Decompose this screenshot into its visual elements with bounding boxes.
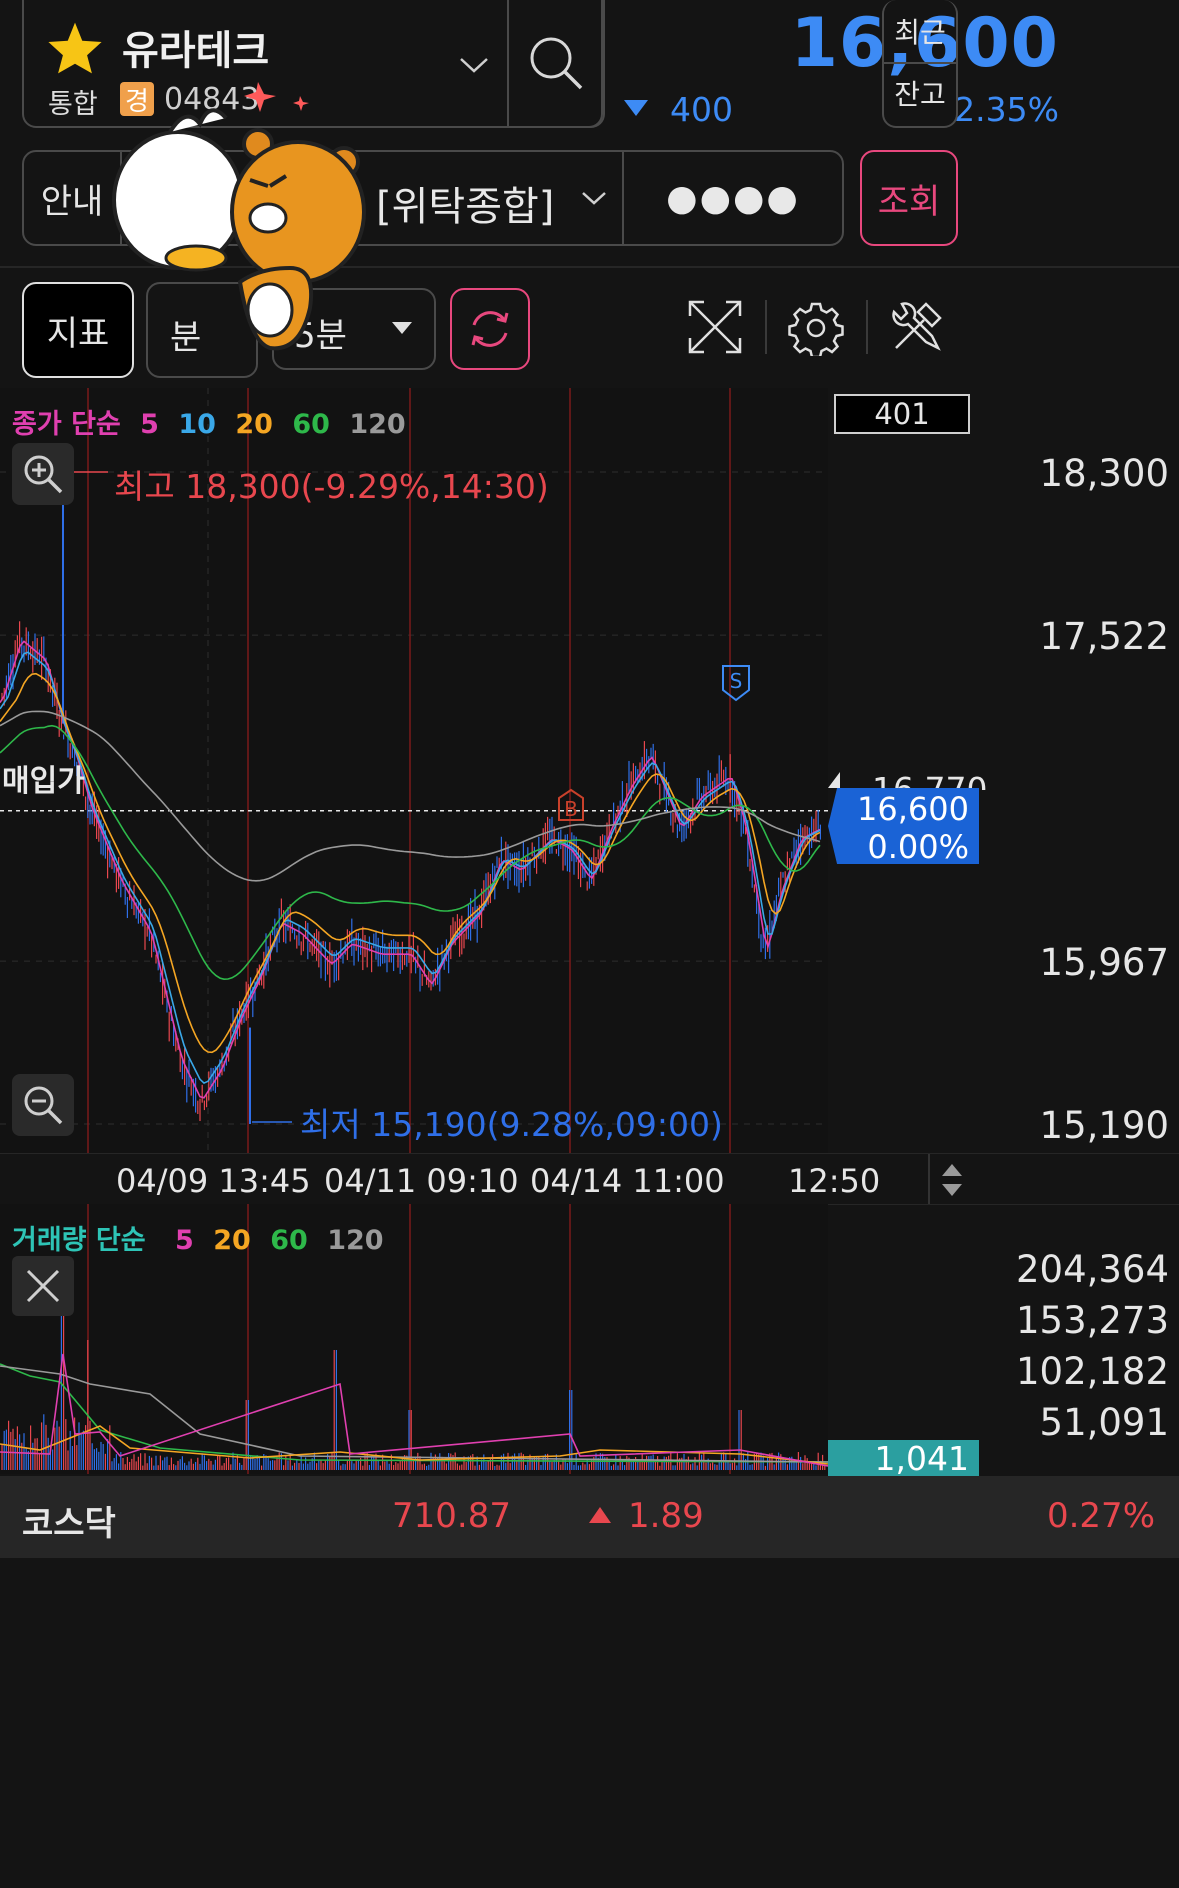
legend-ma120: 120 (349, 409, 406, 440)
tag-price: 16,600 (857, 790, 969, 828)
change-amount: 400 (670, 90, 733, 129)
tag-notch (828, 772, 840, 788)
close-volume-button[interactable] (12, 1256, 74, 1316)
legend-ma10: 10 (178, 409, 216, 440)
candles (1, 621, 822, 1122)
refresh-icon (471, 311, 509, 347)
market-tag: 통합 (48, 89, 98, 120)
change-percent: 2.35% (954, 90, 1059, 129)
recent-button[interactable]: 최근 (884, 0, 956, 64)
tag-percent: 0.00% (867, 828, 969, 866)
buy-marker-label: B (564, 797, 578, 821)
sell-marker-icon: S (722, 665, 750, 702)
star-icon[interactable] (46, 20, 104, 76)
volume-ma-line (0, 1353, 828, 1467)
index-percent: 0.27% (1046, 1496, 1155, 1536)
balance-button[interactable]: 잔고 (884, 62, 956, 124)
legend-volume-word: 거래량 단순 (12, 1225, 146, 1256)
buy-price-label: 매입가 (2, 764, 85, 799)
low-price-label: 최저 15,190(9.28%,09:00) (300, 1105, 723, 1144)
index-value: 710.87 (392, 1496, 511, 1536)
y-tick: 15,967 (1039, 941, 1169, 984)
legend-prefix: 종가 단순 (12, 409, 121, 440)
chevron-down-icon[interactable] (580, 188, 608, 208)
character-sticker (112, 82, 366, 351)
volume-y-tick: 204,364 (1015, 1248, 1169, 1291)
password-field[interactable]: ●●●● (624, 152, 842, 244)
search-button[interactable] (507, 0, 603, 128)
close-icon (26, 1269, 60, 1303)
search-icon (530, 37, 583, 90)
caret-down-icon (392, 322, 412, 334)
volume-y-tick: 102,182 (1015, 1350, 1169, 1393)
sticker-sparkle-icon (244, 82, 309, 112)
zoom-in-button[interactable] (12, 443, 74, 505)
account-type: [위탁종합] (376, 184, 555, 230)
current-volume: 1,041 (874, 1439, 969, 1478)
y-tick: 18,300 (1039, 452, 1169, 495)
x-axis: 04/09 13:45 04/11 09:10 04/14 11:00 12:5… (0, 1153, 1179, 1205)
legend-ma60: 60 (292, 409, 330, 440)
sticker-white-character-icon (112, 108, 244, 272)
resize-arrows-icon[interactable] (940, 1162, 964, 1198)
legend-prefix: 거래량 단순 (12, 1225, 156, 1256)
zoom-in-icon (24, 455, 63, 494)
y-tick: 17,522 (1039, 615, 1169, 658)
x-tick: 12:50 (788, 1162, 881, 1200)
fullscreen-icon[interactable] (686, 298, 744, 356)
chevron-down-icon[interactable] (458, 54, 490, 76)
x-tick: 04/09 13:45 (116, 1162, 311, 1200)
sticker-ryan-character-icon (230, 128, 366, 351)
zoom-out-icon (24, 1086, 63, 1125)
zoom-out-button[interactable] (12, 1074, 74, 1136)
gear-icon[interactable] (788, 300, 844, 356)
index-ticker[interactable]: 코스닥 710.87 1.89 0.27% (0, 1476, 1179, 1558)
x-tick: 04/11 09:10 (324, 1162, 519, 1200)
legend-vma5: 5 (175, 1225, 194, 1256)
buy-marker-icon: B (558, 788, 584, 821)
toolbar-divider (765, 300, 767, 354)
price-legend: 종가 단순 5 10 20 60 120 (12, 402, 416, 441)
index-change: 1.89 (628, 1496, 704, 1536)
sell-marker-label: S (730, 669, 743, 693)
refresh-button[interactable] (450, 288, 530, 370)
up-triangle-icon (589, 1507, 611, 1523)
current-price-tag: 16,600 0.00% (828, 788, 979, 864)
legend-vma20: 20 (213, 1225, 251, 1256)
volume-y-tick: 153,273 (1015, 1299, 1169, 1342)
volume-y-tick: 51,091 (1039, 1401, 1169, 1444)
side-toggle-group: 최근 잔고 (882, 0, 958, 128)
volume-ma-line (0, 1363, 828, 1463)
index-name: 코스닥 (22, 1504, 116, 1544)
legend-vma60: 60 (270, 1225, 308, 1256)
y-tick: 15,190 (1039, 1104, 1169, 1147)
hidden-tick-label: 16,770 (872, 770, 988, 790)
cursor-value-box: 401 (834, 394, 970, 434)
x-tick: 04/14 11:00 (530, 1162, 725, 1200)
tools-icon[interactable] (888, 298, 946, 356)
high-price-label: 최고 18,300(-9.29%,14:30) (114, 467, 549, 506)
inquiry-button[interactable]: 조회 (860, 150, 958, 246)
legend-ma5: 5 (140, 409, 159, 440)
current-volume-tag: 1,041 (828, 1439, 979, 1478)
down-triangle-icon (624, 100, 648, 116)
stock-name: 유라테크 (122, 28, 270, 74)
legend-vma120: 120 (327, 1225, 384, 1256)
axis-divider (928, 1154, 930, 1204)
volume-legend: 거래량 단순 5 20 60 120 (12, 1218, 394, 1257)
bottom-area (0, 1558, 1179, 1888)
toolbar-divider (866, 300, 868, 354)
legend-ma20: 20 (235, 409, 273, 440)
volume-bars (1, 1290, 826, 1470)
